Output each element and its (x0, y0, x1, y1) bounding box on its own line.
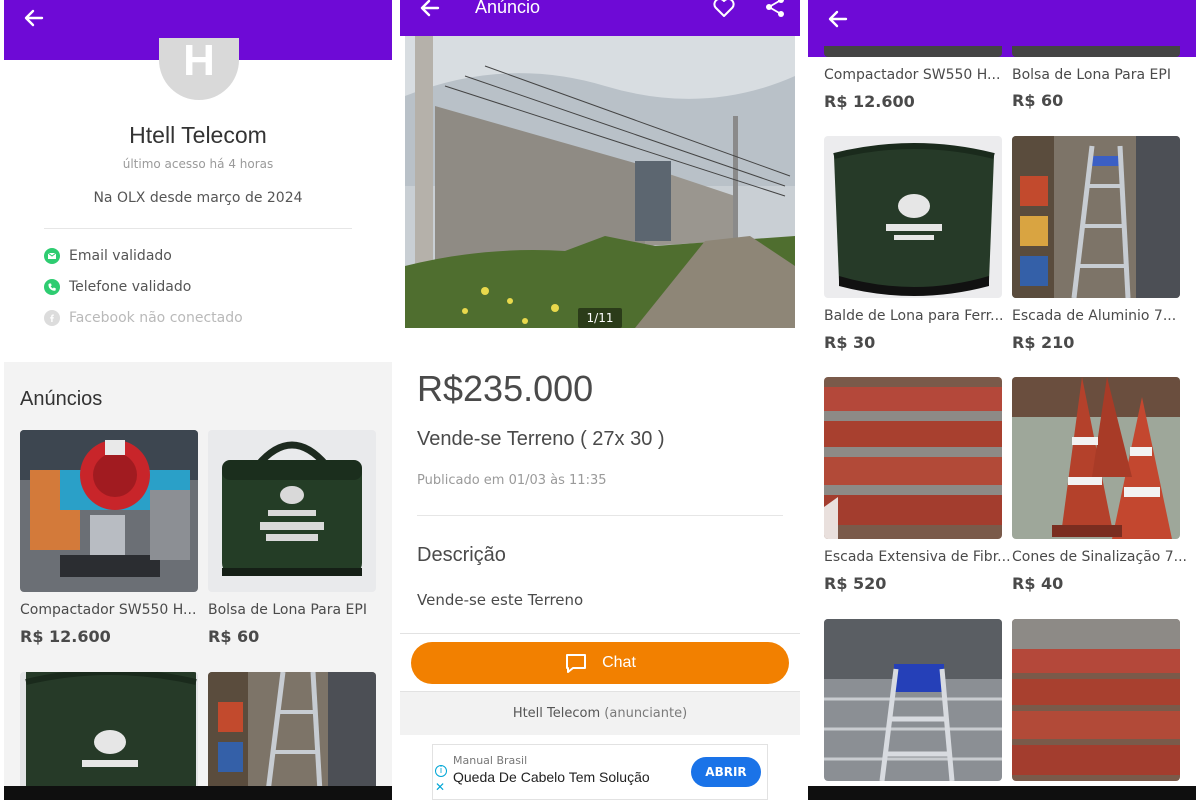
listing-price: R$ 12.600 (824, 92, 915, 111)
listing-photo-green-bag[interactable] (208, 430, 376, 592)
description-text: Vende-se este Terreno (417, 591, 584, 609)
verification-label: Telefone validado (69, 279, 192, 295)
chat-button[interactable]: Chat (411, 642, 789, 684)
listing-photo-canvas-bucket[interactable] (824, 136, 1002, 298)
profile-panel: H Htell Telecom último acesso há 4 horas… (4, 0, 392, 800)
listing-price: R$ 210 (1012, 333, 1075, 352)
divider (44, 228, 352, 229)
banner-open-button[interactable]: ABRIR (691, 757, 761, 787)
facebook-icon (44, 310, 60, 326)
listing-photo-aluminum-ladder[interactable] (1012, 136, 1180, 298)
back-arrow-icon[interactable] (826, 7, 850, 31)
system-nav-bar (4, 786, 392, 800)
ad-price: R$235.000 (417, 368, 594, 409)
ad-info-icon[interactable]: i (435, 765, 447, 777)
profile-card: H Htell Telecom último acesso há 4 horas… (4, 38, 392, 362)
listing-price: R$ 520 (824, 574, 887, 593)
listing-photo-edge (824, 46, 1002, 57)
listing-photo-aluminum-ladder[interactable] (208, 672, 376, 792)
listing-name[interactable]: Compactador SW550 H... (824, 67, 1000, 83)
seller-name: Htell Telecom (512, 706, 601, 721)
listing-name[interactable]: Bolsa de Lona Para EPI (1012, 67, 1171, 83)
share-icon[interactable] (764, 0, 786, 18)
sponsored-banner[interactable]: i ✕ Manual Brasil Queda De Cabelo Tem So… (432, 744, 768, 800)
listing-price: R$ 30 (824, 333, 876, 352)
system-nav-bar (808, 786, 1196, 800)
listing-name[interactable]: Balde de Lona para Ferr... (824, 308, 1003, 324)
listing-name[interactable]: Compactador SW550 H... (20, 602, 196, 618)
chat-area: Chat (400, 633, 800, 691)
listing-price: R$ 60 (1012, 91, 1064, 110)
description-heading: Descrição (417, 544, 506, 566)
listing-name[interactable]: Escada de Aluminio 7... (1012, 308, 1176, 324)
listing-price: R$ 60 (208, 627, 260, 646)
favorite-heart-icon[interactable] (712, 0, 736, 18)
ad-title: Vende-se Terreno ( 27x 30 ) (417, 428, 665, 450)
chat-button-label: Chat (602, 654, 636, 671)
listing-name[interactable]: Escada Extensiva de Fibr... (824, 549, 1011, 565)
last-access-text: último acesso há 4 horas (122, 157, 274, 171)
listing-price: R$ 12.600 (20, 627, 111, 646)
ads-section-title: Anúncios (20, 388, 103, 410)
banner-headline: Queda De Cabelo Tem Solução (453, 769, 650, 785)
ad-photo-land-lot[interactable] (405, 36, 795, 328)
back-arrow-icon[interactable] (22, 6, 46, 30)
listings-panel: Compactador SW550 H... R$ 12.600 Bolsa d… (808, 0, 1196, 800)
avatar-letter: H (183, 38, 215, 85)
email-icon (44, 248, 60, 264)
ad-top-bar: Anúncio (400, 0, 800, 36)
listing-name[interactable]: Cones de Sinalização 7... (1012, 549, 1187, 565)
ad-detail-panel: Anúncio 1/11 R$235.000 Vende-se Terreno … (400, 0, 800, 800)
chat-bubble-icon (566, 654, 587, 673)
phone-icon (44, 279, 60, 295)
verification-label: Facebook não conectado (69, 310, 243, 326)
published-date: Publicado em 01/03 às 11:35 (417, 473, 607, 488)
listing-photo-compactor[interactable] (20, 430, 198, 592)
phone-verification: Telefone validado (44, 277, 191, 297)
divider (417, 515, 783, 516)
listing-name[interactable]: Bolsa de Lona Para EPI (208, 602, 367, 618)
back-arrow-icon[interactable] (418, 0, 442, 20)
avatar: H (159, 38, 239, 100)
email-verification: Email validado (44, 246, 172, 266)
banner-brand: Manual Brasil (453, 754, 528, 767)
verification-label: Email validado (69, 248, 172, 264)
member-since-text: Na OLX desde março de 2024 (93, 190, 303, 206)
seller-bar[interactable]: Htell Telecom (anunciante) (400, 691, 800, 735)
listing-photo-canvas-bucket[interactable] (20, 672, 198, 792)
listing-photo-red-ladders[interactable] (1012, 619, 1180, 781)
photo-counter: 1/11 (578, 308, 622, 328)
ad-header-title: Anúncio (475, 0, 541, 17)
listing-photo-step-ladder[interactable] (824, 619, 1002, 781)
listing-photo-edge (1012, 46, 1180, 57)
store-name: Htell Telecom (129, 122, 267, 148)
listing-photo-traffic-cones[interactable] (1012, 377, 1180, 539)
seller-role: (anunciante) (604, 706, 688, 721)
listing-price: R$ 40 (1012, 574, 1064, 593)
facebook-verification: Facebook não conectado (44, 308, 243, 328)
ad-close-icon[interactable]: ✕ (435, 781, 445, 793)
listing-photo-extension-ladder[interactable] (824, 377, 1002, 539)
